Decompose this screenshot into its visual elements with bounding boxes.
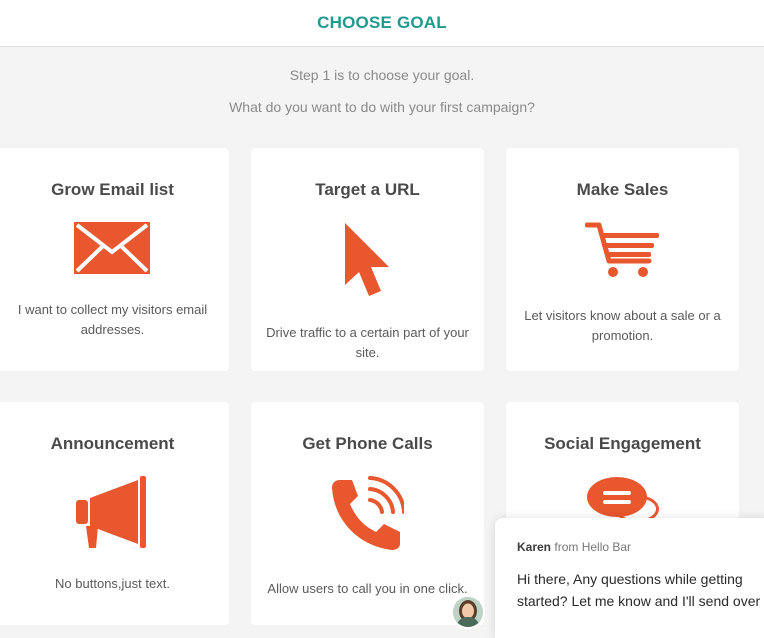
agent-avatar[interactable] <box>451 595 485 629</box>
phone-icon <box>332 476 404 550</box>
card-description: Allow users to call you in one click. <box>267 581 468 596</box>
chat-from-suffix: from Hello Bar <box>554 540 632 554</box>
cursor-arrow-icon <box>345 223 389 296</box>
question-text: What do you want to do with your first c… <box>229 99 535 115</box>
chat-sender: Karen from Hello Bar <box>517 540 631 554</box>
goal-card-make-sales[interactable]: Make Sales Let visitors know about a sal… <box>506 148 739 371</box>
chat-message: Hi there, Any questions while getting st… <box>517 571 761 609</box>
card-description: Drive traffic to a certain part of your … <box>266 325 469 360</box>
card-title: Grow Email list <box>51 180 174 199</box>
chat-popup[interactable]: Karen from Hello Bar Hi there, Any quest… <box>495 518 764 638</box>
card-description: I want to collect my visitors email addr… <box>17 302 208 337</box>
avatar-icon <box>453 597 483 627</box>
card-title: Announcement <box>50 434 175 453</box>
goal-card-phone-calls[interactable]: Get Phone Calls Allow users to call you … <box>251 402 484 625</box>
card-title: Social Engagement <box>544 434 701 453</box>
envelope-icon <box>74 222 150 274</box>
chat-agent-name: Karen <box>517 540 552 554</box>
card-description: Let visitors know about a sale or a prom… <box>524 308 721 343</box>
step-text: Step 1 is to choose your goal. <box>289 67 475 83</box>
goal-card-grow-email[interactable]: Grow Email list I want to collect my vis… <box>0 148 229 371</box>
card-description: No buttons,just text. <box>55 576 170 591</box>
shopping-cart-icon <box>585 222 659 277</box>
page-header: CHOOSE GOAL <box>0 0 764 47</box>
goal-card-target-url[interactable]: Target a URL Drive traffic to a certain … <box>251 148 484 371</box>
card-title: Target a URL <box>315 180 420 199</box>
megaphone-icon <box>76 476 146 548</box>
card-title: Make Sales <box>576 180 669 199</box>
goal-card-announcement[interactable]: Announcement No buttons,just text. <box>0 402 229 625</box>
card-title: Get Phone Calls <box>302 434 433 453</box>
page-title: CHOOSE GOAL <box>317 13 447 32</box>
